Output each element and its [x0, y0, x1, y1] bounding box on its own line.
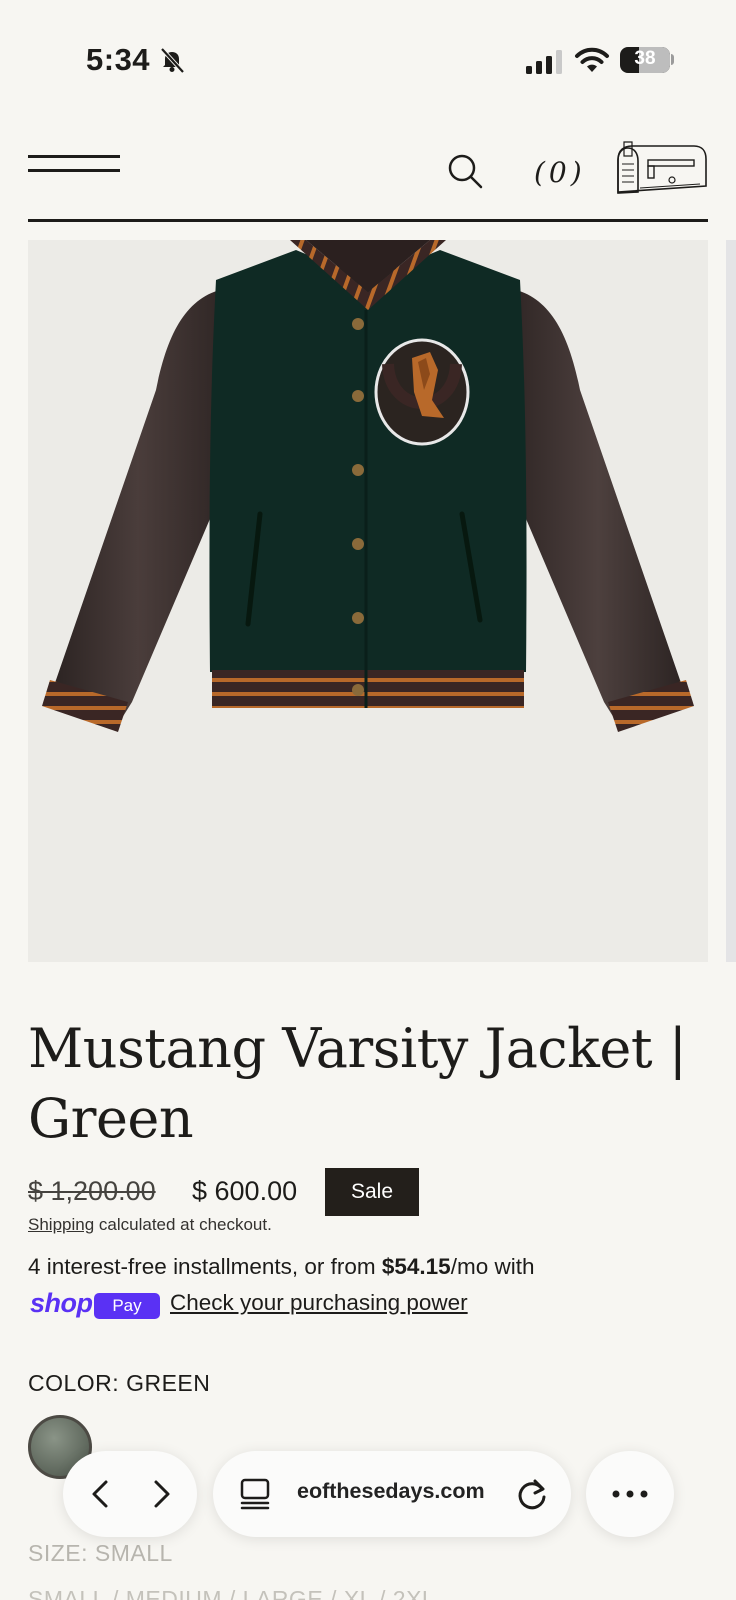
- next-image-peek[interactable]: [726, 240, 736, 962]
- browser-more-pill: [586, 1451, 674, 1537]
- shop-pay-logo: shop: [30, 1288, 93, 1318]
- check-purchasing-power-link[interactable]: Check your purchasing power: [170, 1290, 468, 1316]
- varsity-jacket-illustration: [42, 240, 694, 732]
- browser-url-pill[interactable]: eofthesedays.com: [213, 1451, 571, 1537]
- more-icon: [612, 1490, 648, 1498]
- battery-icon: 38: [620, 47, 670, 73]
- hamburger-menu-icon[interactable]: [28, 152, 120, 178]
- installments-amount: $54.15: [381, 1254, 451, 1279]
- address-bar-url[interactable]: eofthesedays.com: [297, 1479, 507, 1504]
- status-time: 5:34: [86, 42, 151, 77]
- battery-percentage: 38: [634, 48, 656, 69]
- bell-slash-icon: [160, 47, 185, 74]
- price-row: $ 1,200.00 $ 600.00 Sale: [28, 1168, 708, 1216]
- chevron-left-icon[interactable]: [81, 1474, 121, 1514]
- sale-badge: Sale: [325, 1168, 419, 1216]
- mailbox-icon[interactable]: [610, 140, 710, 198]
- search-icon[interactable]: [446, 152, 486, 192]
- size-options[interactable]: SMALL / MEDIUM / LARGE / XL / 2XL: [28, 1586, 435, 1600]
- shipping-link[interactable]: Shipping: [28, 1215, 94, 1234]
- chevron-right-icon[interactable]: [141, 1474, 181, 1514]
- tabs-icon[interactable]: [239, 1477, 271, 1511]
- battery-nub: [671, 54, 674, 65]
- color-label: COLOR: GREEN: [28, 1370, 211, 1396]
- cellular-signal-icon: [526, 50, 562, 74]
- site-header: (0): [28, 130, 708, 222]
- cart-count[interactable]: (0): [534, 156, 586, 189]
- wifi-icon: [575, 47, 609, 72]
- installments-prefix: 4 interest-free installments, or from: [28, 1254, 382, 1279]
- shop-pay-badge: Pay: [94, 1293, 160, 1319]
- product-title: Mustang Varsity Jacket | Green: [28, 1017, 687, 1150]
- shop-pay-row: shop Pay Check your purchasing power: [28, 1288, 708, 1322]
- sale-price: $ 600.00: [192, 1176, 298, 1206]
- product-image[interactable]: [28, 240, 708, 962]
- installments-suffix: /mo with: [450, 1254, 535, 1279]
- more-button[interactable]: [586, 1451, 674, 1537]
- shipping-note: Shipping calculated at checkout.: [28, 1215, 272, 1235]
- shipping-note-text: calculated at checkout.: [94, 1215, 272, 1234]
- reload-icon[interactable]: [513, 1475, 551, 1513]
- status-bar: 5:34 38: [0, 0, 736, 120]
- browser-nav-pill: [63, 1451, 197, 1537]
- original-price: $ 1,200.00: [28, 1176, 156, 1206]
- size-label: SIZE: SMALL: [28, 1540, 173, 1566]
- installments-text: 4 interest-free installments, or from $5…: [28, 1254, 534, 1280]
